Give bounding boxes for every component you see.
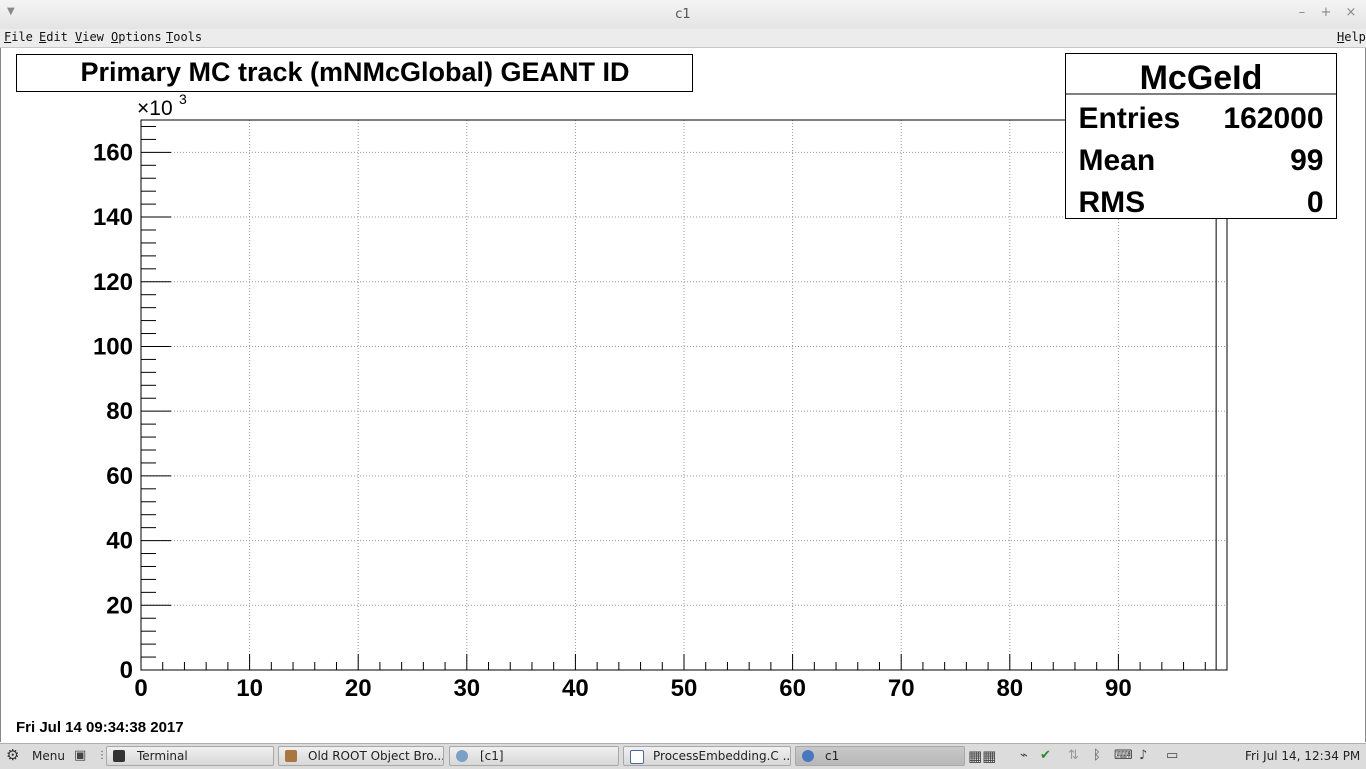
y-axis-multiplier: ×10 — [137, 97, 173, 120]
stats-rms-label: RMS — [1079, 186, 1146, 219]
x-tick-label: 10 — [236, 675, 263, 702]
stats-name: McGeId — [1140, 59, 1263, 97]
mouse-icon[interactable]: ⌁ — [1020, 749, 1028, 763]
editor-window-icon — [630, 750, 644, 764]
stats-mean-label: Mean — [1079, 144, 1156, 177]
workspace-switcher-icon[interactable]: ▦▦ — [968, 749, 996, 764]
y-tick-label: 60 — [106, 463, 133, 490]
window-titlebar: ▼ c1 – + × — [0, 0, 1366, 30]
plot-frame — [140, 119, 1228, 671]
menu-options[interactable]: Options — [111, 30, 162, 44]
menu-tools[interactable]: Tools — [166, 30, 202, 44]
y-axis-multiplier-exponent: 3 — [179, 91, 187, 107]
taskbar-clock[interactable]: Fri Jul 14, 12:34 PM — [1245, 749, 1360, 763]
y-tick-label: 100 — [93, 333, 133, 360]
stats-entries-label: Entries — [1079, 102, 1181, 135]
browser-icon — [285, 750, 297, 762]
chart-title: Primary MC track (mNMcGlobal) GEANT ID — [80, 57, 629, 87]
histogram-plot[interactable]: 0 10 20 30 40 50 60 70 80 90020406080100120140160… — [1, 48, 1366, 742]
y-tick-label: 140 — [93, 204, 133, 231]
menu-view[interactable]: View — [75, 30, 104, 44]
show-desktop-icon[interactable]: ▣ — [74, 749, 86, 763]
menu-file[interactable]: File — [4, 30, 33, 44]
menu-options-label: ptions — [118, 30, 162, 44]
x-tick-label: 40 — [562, 675, 589, 702]
x-tick-label: 90 — [1105, 675, 1132, 702]
update-check-icon[interactable]: ✔ — [1040, 749, 1051, 763]
menu-edit-label: dit — [46, 30, 68, 44]
root-canvas[interactable]: 0 10 20 30 40 50 60 70 80 90 0 20 40 60 80 100 120 140 160… — [0, 48, 1366, 742]
stats-entries-value: 162000 — [1223, 102, 1323, 135]
taskbar-item-c1-bracket[interactable]: [c1] — [449, 746, 619, 766]
minimize-button[interactable]: – — [1294, 5, 1310, 20]
menu-file-label: ile — [11, 30, 33, 44]
menu-help-label: elp — [1344, 30, 1366, 44]
terminal-icon — [113, 750, 125, 762]
x-tick-label: 60 — [779, 675, 806, 702]
histogram-bin — [1215, 145, 1228, 671]
stats-rms-value: 0 — [1307, 186, 1324, 219]
taskbar-item-object-browser[interactable]: Old ROOT Object Bro... — [278, 746, 444, 766]
y-tick-label: 80 — [106, 398, 133, 425]
taskbar-item-label: ProcessEmbedding.C ... — [653, 749, 791, 763]
taskbar: ⚙ Menu ▣ ⋮ Terminal Old ROOT Object Bro.… — [0, 743, 1366, 769]
menu-edit[interactable]: Edit — [39, 30, 68, 44]
taskbar-item-label: c1 — [825, 749, 840, 763]
x-tick-label: 50 — [671, 675, 698, 702]
date-stamp: Fri Jul 14 09:34:38 2017 — [16, 719, 184, 736]
menu-bar: File Edit View Options Tools Help — [0, 29, 1366, 48]
x-tick-label: 20 — [345, 675, 372, 702]
x-tick-label: 80 — [996, 675, 1023, 702]
stats-mean-value: 99 — [1290, 144, 1323, 177]
taskbar-item-process-embedding[interactable]: ProcessEmbedding.C ... — [623, 746, 791, 766]
y-tick-label: 40 — [106, 528, 133, 555]
taskbar-item-terminal[interactable]: Terminal — [106, 746, 274, 766]
gear-icon: ⚙ — [6, 746, 20, 764]
battery-icon[interactable]: ▭ — [1166, 749, 1178, 763]
maximize-button[interactable]: + — [1318, 5, 1334, 20]
volume-icon[interactable]: ♪ — [1139, 749, 1147, 763]
taskbar-item-c1[interactable]: c1 — [795, 746, 965, 766]
y-tick-label: 120 — [93, 269, 133, 296]
x-tick-label: 70 — [888, 675, 915, 702]
menu-view-label: iew — [82, 30, 104, 44]
taskbar-item-label: Old ROOT Object Bro... — [308, 749, 444, 763]
y-tick-label: 160 — [93, 139, 133, 166]
window-title: c1 — [675, 7, 691, 22]
y-tick-label: 0 — [120, 657, 133, 684]
menu-help[interactable]: Help — [1337, 30, 1366, 44]
root-icon — [802, 750, 814, 762]
menu-tools-label: ools — [173, 30, 203, 44]
keyboard-icon[interactable]: ⌨ — [1114, 749, 1133, 763]
root-icon — [456, 750, 468, 762]
x-tick-label: 0 — [134, 675, 147, 702]
taskbar-menu-label: Menu — [32, 749, 65, 763]
close-button[interactable]: × — [1343, 5, 1359, 20]
bluetooth-icon[interactable]: ᛒ — [1093, 749, 1101, 763]
x-tick-label: 30 — [453, 675, 480, 702]
y-tick-label: 20 — [106, 592, 133, 619]
taskbar-item-label: [c1] — [480, 749, 504, 763]
taskbar-item-label: Terminal — [137, 749, 188, 763]
network-icon[interactable]: ⇅ — [1068, 749, 1079, 763]
